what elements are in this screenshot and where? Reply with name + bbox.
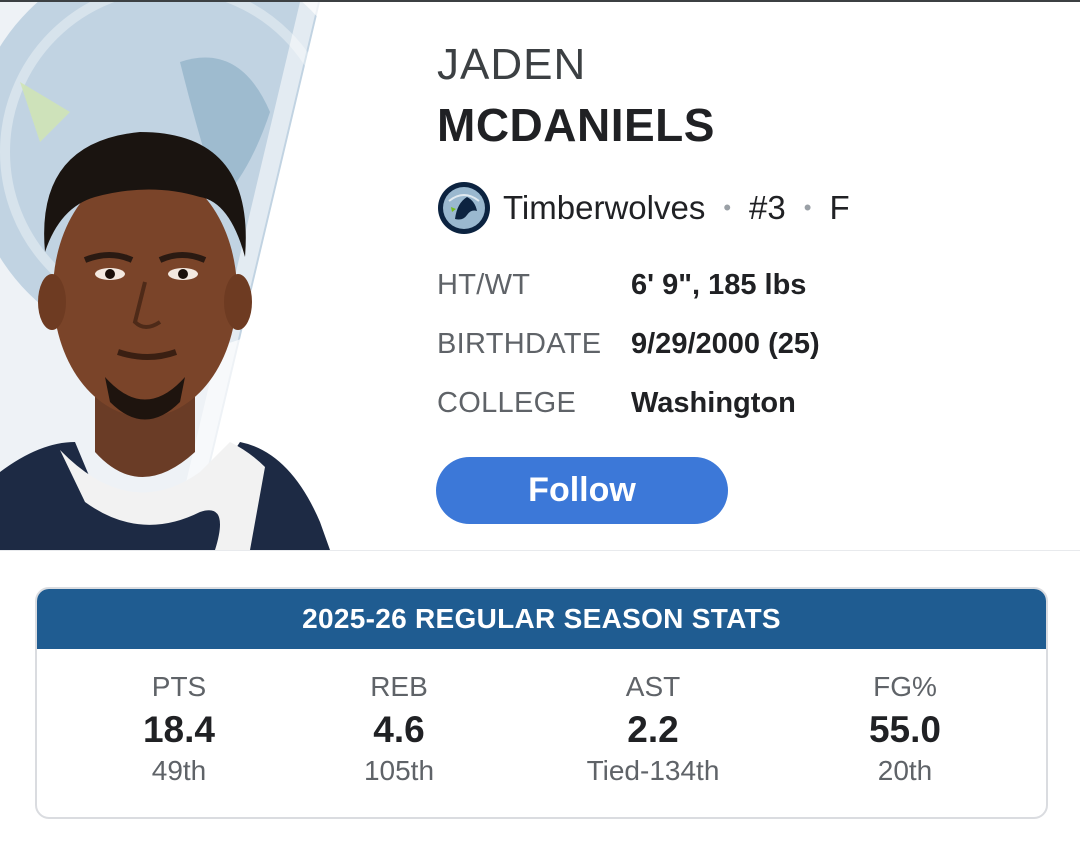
team-name[interactable]: Timberwolves	[503, 189, 705, 227]
stat-label: PTS	[151, 671, 207, 702]
stat-value: 55.0	[868, 709, 941, 750]
team-row: Timberwolves • #3 • F	[437, 180, 850, 236]
info-row-birthdate: BIRTHDATE 9/29/2000 (25)	[437, 324, 820, 364]
stat-fg-pct: FG% 55.0 20th	[785, 649, 1025, 787]
stat-label: REB	[370, 671, 428, 702]
info-label: HT/WT	[437, 268, 531, 301]
stat-rank: 105th	[363, 755, 435, 786]
info-value: 9/29/2000 (25)	[631, 327, 820, 360]
info-value: Washington	[631, 386, 796, 419]
stat-label: FG%	[873, 671, 937, 702]
section-divider	[0, 550, 1080, 551]
stat-ast: AST 2.2 Tied-134th	[533, 649, 773, 787]
separator-dot: •	[723, 195, 732, 220]
follow-button[interactable]: Follow	[436, 457, 728, 524]
info-label: BIRTHDATE	[437, 327, 602, 360]
stat-rank: Tied-134th	[586, 755, 720, 786]
jersey-number: #3	[749, 189, 786, 226]
stat-label: AST	[625, 671, 681, 702]
stat-rank: 49th	[151, 755, 207, 786]
separator-dot: •	[803, 195, 812, 220]
player-position: F	[829, 189, 850, 226]
timberwolves-logo-icon[interactable]	[437, 181, 491, 235]
stat-rank: 20th	[877, 755, 933, 786]
player-last-name: MCDANIELS	[437, 99, 715, 151]
player-headshot	[0, 2, 430, 550]
season-stats-card: 2025-26 REGULAR SEASON STATS PTS 18.4 49…	[35, 587, 1048, 819]
info-row-height-weight: HT/WT 6' 9", 185 lbs	[437, 265, 806, 305]
stats-grid: PTS 18.4 49th REB 4.6 105th AST 2.2 Tied…	[37, 649, 1046, 817]
info-value: 6' 9", 185 lbs	[631, 268, 807, 301]
stat-value: 4.6	[373, 709, 425, 750]
stat-reb: REB 4.6 105th	[279, 649, 519, 787]
info-label: COLLEGE	[437, 386, 577, 419]
stat-value: 18.4	[142, 709, 215, 750]
player-first-name: JADEN	[437, 40, 587, 89]
stats-title: 2025-26 REGULAR SEASON STATS	[37, 589, 1046, 649]
info-row-college: COLLEGE Washington	[437, 383, 796, 423]
stat-value: 2.2	[627, 709, 679, 750]
stat-pts: PTS 18.4 49th	[59, 649, 299, 787]
player-header: JADEN MCDANIELS Timberwolves • #3 • F HT…	[0, 2, 1080, 550]
